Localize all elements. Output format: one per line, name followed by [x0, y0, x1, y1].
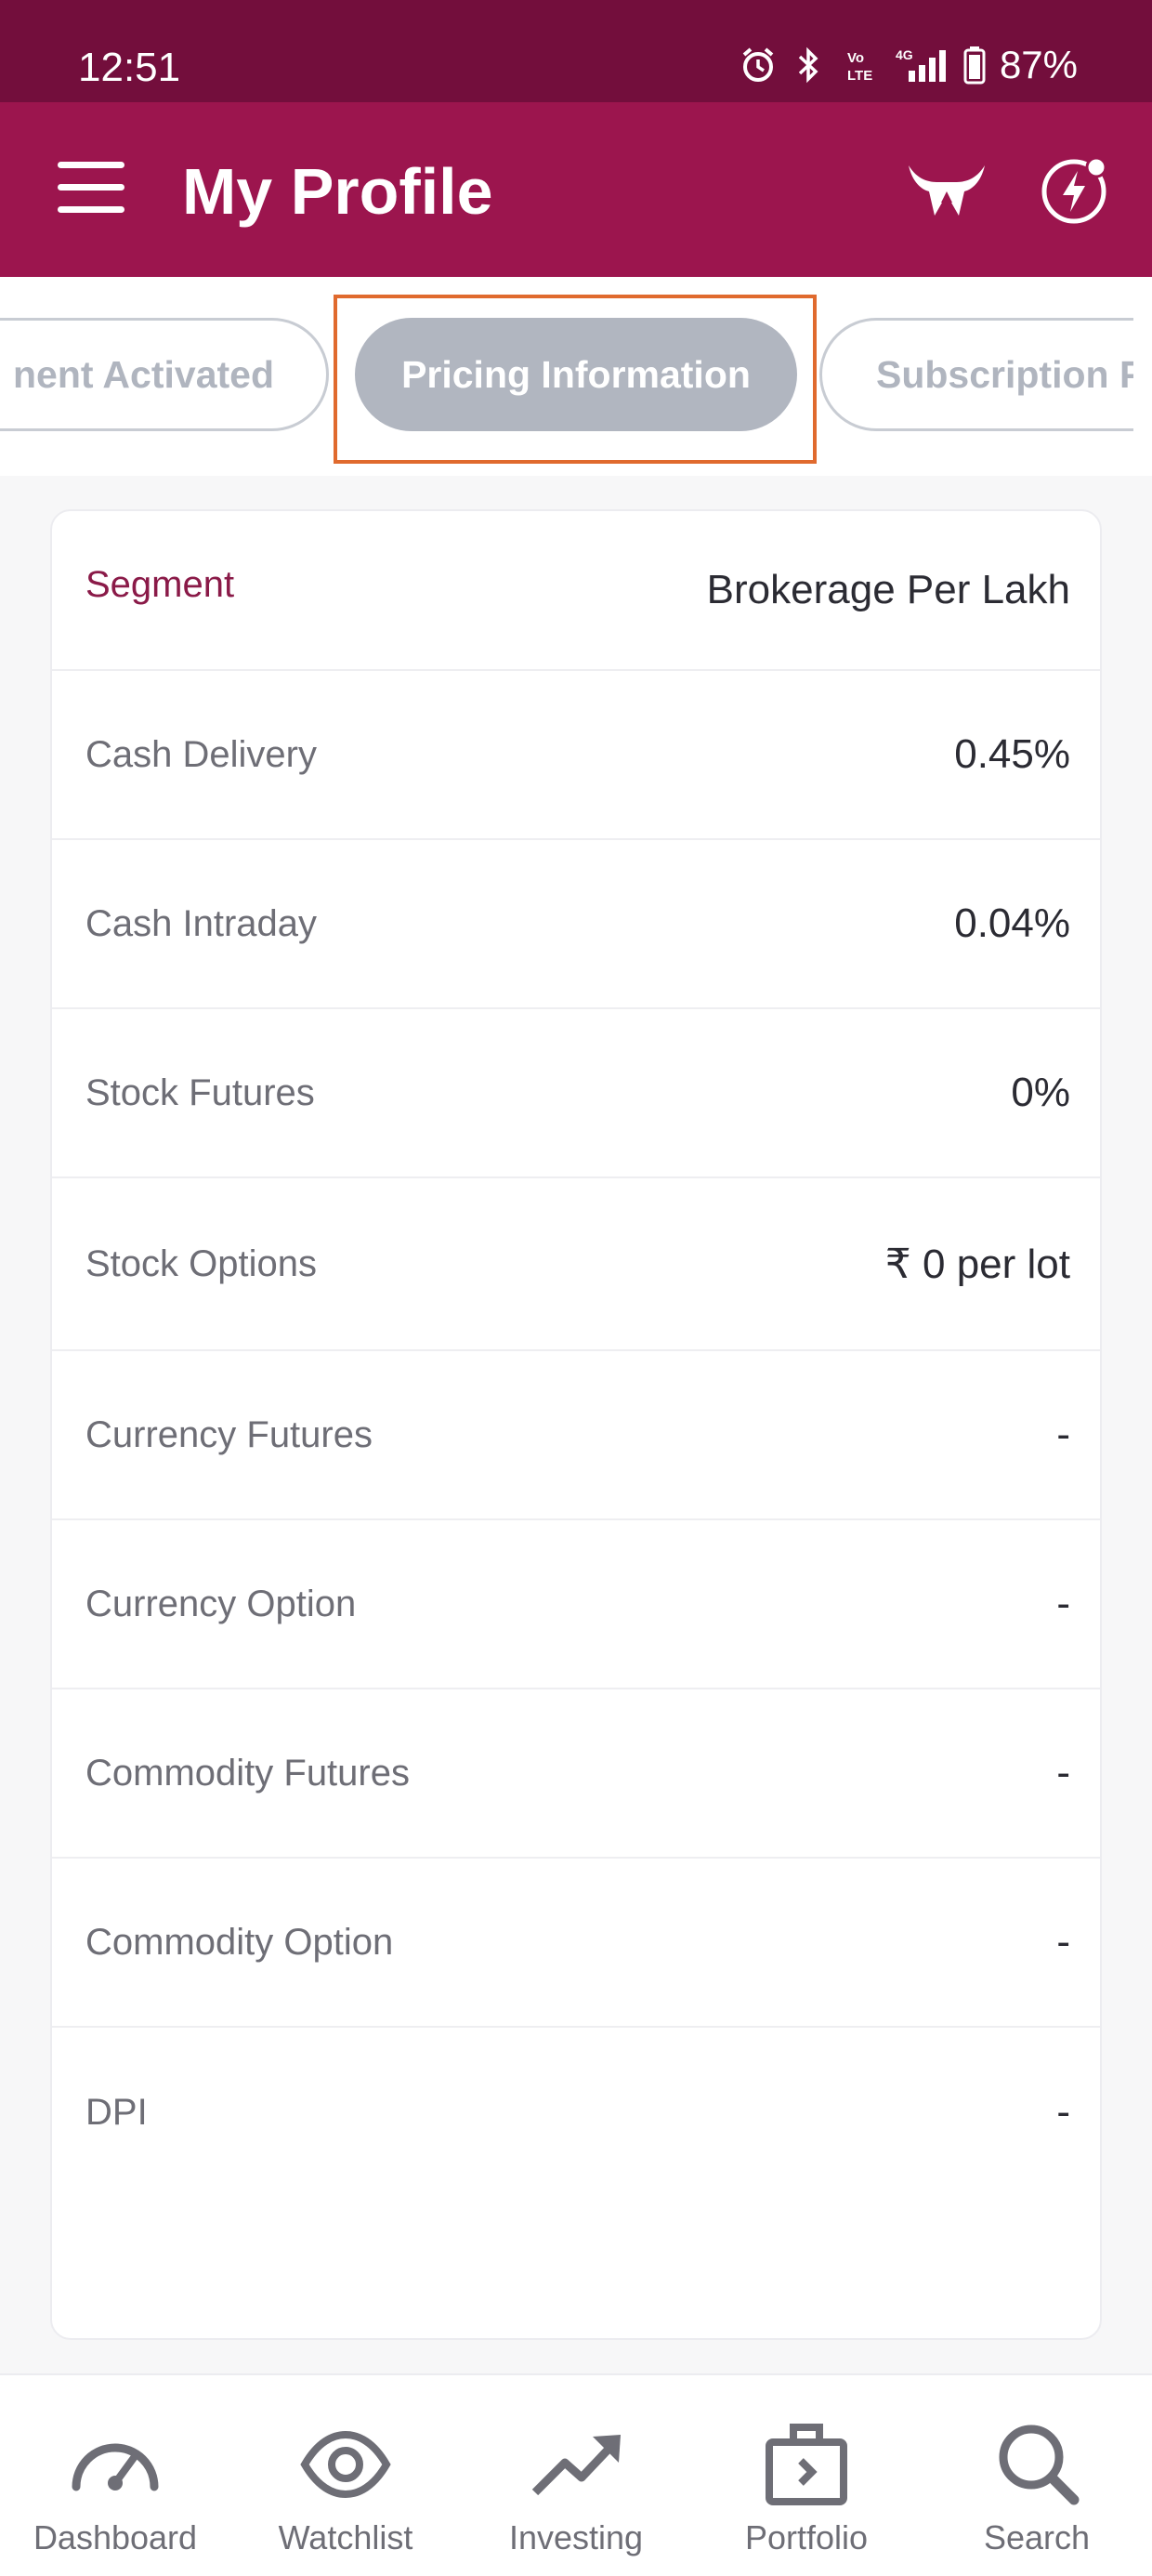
nav-portfolio[interactable]: Portfolio [691, 2375, 922, 2576]
page-title: My Profile [182, 155, 493, 228]
search-icon [990, 2418, 1083, 2511]
trending-up-icon [530, 2418, 622, 2511]
brokerage-value: - [1056, 2089, 1070, 2135]
segment-name: Stock Futures [85, 1071, 315, 1113]
nav-label: Investing [508, 2518, 644, 2556]
table-row: Currency Futures - [52, 1351, 1100, 1520]
brokerage-value: - [1056, 1412, 1070, 1457]
segment-name: Commodity Option [85, 1921, 394, 1963]
nav-label: Dashboard [33, 2518, 198, 2556]
flash-icon[interactable] [1039, 154, 1109, 225]
pricing-card: Segment Brokerage Per Lakh Cash Delivery… [50, 509, 1102, 2340]
segment-name: Cash Delivery [85, 733, 317, 775]
segment-name: DPI [85, 2091, 148, 2133]
brokerage-value: 0.45% [954, 731, 1070, 777]
tabs-edge-mask [1133, 277, 1152, 476]
table-row: DPI - [52, 2028, 1100, 2197]
status-bar: 12:51 Vo LTE 4G 87% [0, 0, 1152, 102]
eye-icon [299, 2418, 392, 2511]
alarm-icon [740, 45, 777, 85]
battery-icon [962, 45, 987, 85]
status-time: 12:51 [78, 45, 181, 90]
segment-name: Currency Option [85, 1583, 357, 1624]
bull-logo-icon[interactable] [907, 158, 987, 223]
nav-search[interactable]: Search [922, 2375, 1152, 2576]
brokerage-header: Brokerage Per Lakh [706, 567, 1070, 612]
segment-name: Commodity Futures [85, 1752, 410, 1794]
status-icons: Vo LTE 4G 87% [740, 43, 1078, 87]
nav-investing[interactable]: Investing [461, 2375, 691, 2576]
table-row: Cash Delivery 0.45% [52, 671, 1100, 840]
tab-segment-activated[interactable]: nent Activated [0, 318, 329, 431]
brokerage-value: - [1056, 1919, 1070, 1965]
segment-header: Segment [85, 563, 235, 605]
table-row: Currency Option - [52, 1520, 1100, 1689]
table-row: Cash Intraday 0.04% [52, 840, 1100, 1009]
tab-label: Pricing Information [401, 352, 751, 396]
table-row: Commodity Futures - [52, 1689, 1100, 1859]
tab-pricing-information[interactable]: Pricing Information [355, 318, 797, 431]
table-row: Stock Futures 0% [52, 1009, 1100, 1178]
nav-watchlist[interactable]: Watchlist [230, 2375, 461, 2576]
bottom-nav: Dashboard Watchlist Investing Portfolio … [0, 2373, 1152, 2576]
tab-subscription-plan[interactable]: Subscription P [819, 318, 1152, 431]
volte-icon: Vo LTE [840, 45, 877, 85]
nav-dashboard[interactable]: Dashboard [0, 2375, 230, 2576]
tab-label: nent Activated [13, 352, 274, 396]
briefcase-icon [760, 2418, 853, 2511]
brokerage-value: ₹ 0 per lot [884, 1241, 1070, 1287]
svg-text:LTE: LTE [847, 68, 872, 84]
battery-percent: 87% [999, 43, 1078, 86]
pricing-header-row: Segment Brokerage Per Lakh [52, 511, 1100, 671]
app-bar: My Profile [0, 102, 1152, 277]
nav-label: Watchlist [278, 2518, 413, 2556]
profile-tabs: nent Activated Pricing Information Subsc… [0, 277, 1152, 476]
table-row: Commodity Option - [52, 1859, 1100, 2028]
svg-text:4G: 4G [896, 47, 913, 62]
brokerage-value: 0% [1011, 1070, 1070, 1115]
nav-label: Portfolio [744, 2518, 869, 2556]
menu-icon[interactable] [58, 162, 124, 214]
table-row: Stock Options ₹ 0 per lot [52, 1178, 1100, 1351]
speedometer-icon [69, 2418, 162, 2511]
brokerage-value: - [1056, 1581, 1070, 1626]
svg-text:Vo: Vo [847, 50, 864, 66]
segment-name: Cash Intraday [85, 902, 318, 944]
nav-label: Search [983, 2518, 1091, 2556]
brokerage-value: 0.04% [954, 900, 1070, 946]
segment-name: Stock Options [85, 1242, 318, 1284]
4g-signal-icon: 4G [890, 45, 949, 85]
brokerage-value: - [1056, 1750, 1070, 1795]
segment-name: Currency Futures [85, 1413, 373, 1455]
bluetooth-icon [790, 45, 827, 85]
tab-label: Subscription P [876, 352, 1145, 396]
